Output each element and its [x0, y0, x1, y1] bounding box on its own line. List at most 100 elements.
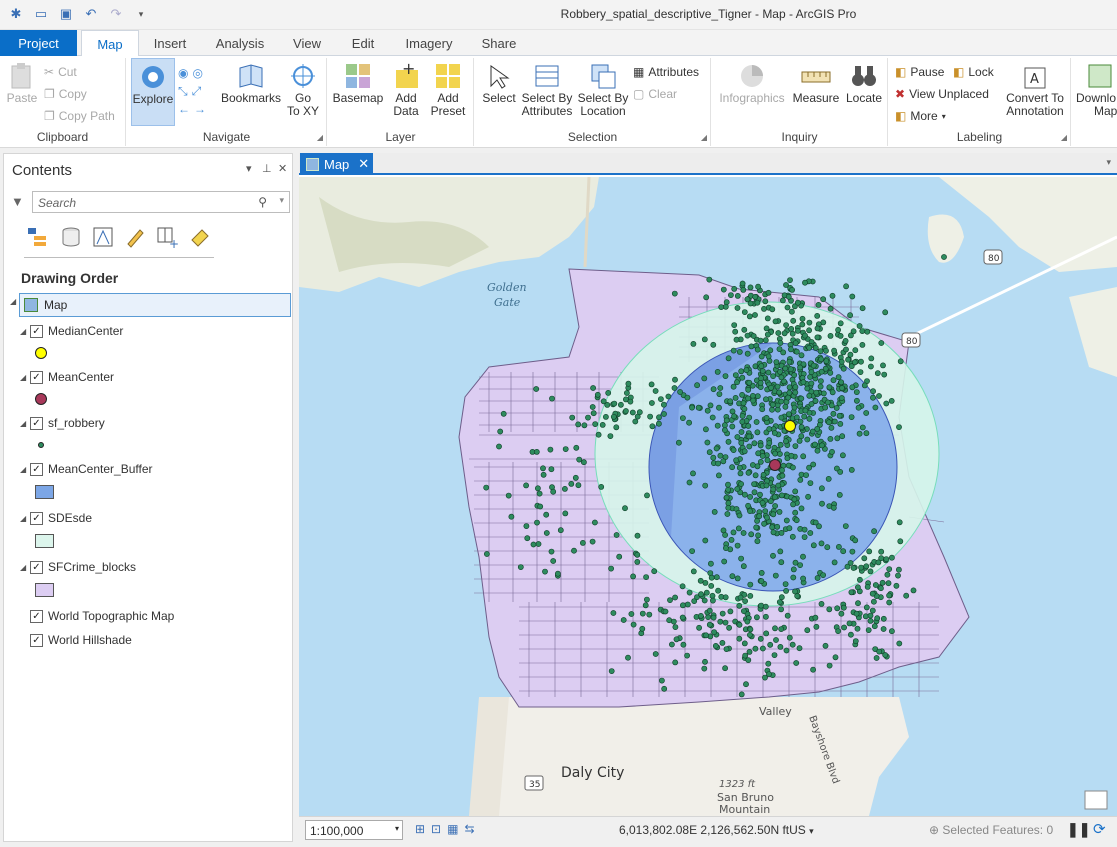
layer-item-sf-robbery[interactable]: ◢ ✓ sf_robbery [10, 416, 105, 430]
layer-item-sfcrime-blocks[interactable]: ◢ ✓ SFCrime_blocks [10, 560, 136, 574]
list-by-source-icon[interactable] [60, 226, 82, 248]
list-by-selection-icon[interactable] [92, 226, 114, 248]
collapse-triangle-icon[interactable]: ◢ [20, 514, 30, 523]
tab-insert[interactable]: Insert [143, 30, 197, 56]
dialog-launcher-icon[interactable]: ◢ [701, 133, 707, 142]
tab-map[interactable]: Map [81, 30, 139, 57]
map-node[interactable]: Map [19, 293, 291, 317]
list-by-labeling-icon[interactable] [188, 226, 210, 248]
map-overview-icon[interactable] [1084, 790, 1108, 810]
map-canvas[interactable]: Golden Gate Daly City Valley Bayshore Bl… [299, 177, 1117, 816]
robbery-point [793, 348, 800, 355]
dialog-launcher-icon[interactable]: ◢ [1061, 133, 1067, 142]
select-button[interactable]: Select [479, 62, 519, 105]
basemap-button[interactable]: Basemap [332, 62, 384, 105]
list-by-snapping-icon[interactable]: + [156, 226, 178, 248]
pane-menu-icon[interactable]: ▾ [246, 162, 252, 175]
select-by-location-button[interactable]: Select By Location [575, 62, 631, 118]
map-view[interactable]: Golden Gate Daly City Valley Bayshore Bl… [299, 177, 1117, 816]
tab-analysis[interactable]: Analysis [205, 30, 275, 56]
layer-item-mediancenter[interactable]: ◢ ✓ MedianCenter [10, 324, 123, 338]
copy-button[interactable]: ❐ Copy [44, 87, 87, 101]
tab-imagery[interactable]: Imagery [395, 30, 463, 56]
pause-button[interactable]: ◧ Pause [895, 65, 944, 79]
tab-project[interactable]: Project [0, 30, 77, 56]
cut-button[interactable]: ✂ Cut [44, 65, 77, 79]
blue-polygon-symbol [35, 485, 54, 499]
robbery-point [697, 612, 704, 619]
add-data-button[interactable]: + Add Data [386, 62, 426, 118]
layer-item-sdesde[interactable]: ◢ ✓ SDEsde [10, 511, 92, 525]
visibility-checkbox[interactable]: ✓ [30, 511, 43, 525]
visibility-checkbox[interactable]: ✓ [30, 462, 43, 476]
visibility-checkbox[interactable]: ✓ [30, 609, 43, 623]
chevron-down-icon[interactable]: ▾ [279, 195, 284, 206]
layer-item-world-hillshade[interactable]: ✓ World Hillshade [10, 633, 132, 647]
tab-share[interactable]: Share [471, 30, 527, 56]
robbery-point [851, 359, 858, 366]
layer-item-meancenter[interactable]: ◢ ✓ MeanCenter [10, 370, 114, 384]
visibility-checkbox[interactable]: ✓ [30, 416, 43, 430]
robbery-point [817, 383, 824, 390]
visibility-checkbox[interactable]: ✓ [30, 370, 43, 384]
collapse-triangle-icon[interactable]: ◢ [20, 327, 30, 336]
layer-item-world-topographic-map[interactable]: ✓ World Topographic Map [10, 609, 174, 623]
collapse-triangle-icon[interactable]: ◢ [20, 465, 30, 474]
annotation-icon: A [1024, 67, 1046, 89]
robbery-point [757, 379, 764, 386]
pin-icon[interactable]: ⊥ [262, 162, 272, 175]
download-map-button[interactable]: Downlo Map [1076, 62, 1117, 118]
list-by-drawing-order-icon[interactable] [26, 226, 48, 248]
close-icon[interactable]: ✕ [358, 156, 369, 172]
robbery-point [725, 504, 732, 511]
tab-view[interactable]: View [283, 30, 331, 56]
filter-icon[interactable]: ▼ [11, 194, 24, 209]
infographics-button[interactable]: Infographics [716, 62, 788, 105]
visibility-checkbox[interactable]: ✓ [30, 633, 43, 647]
search-input[interactable]: Search ⚲ ▾ [32, 191, 290, 213]
collapse-triangle-icon[interactable]: ◢ [20, 373, 30, 382]
add-preset-button[interactable]: Add Preset [426, 62, 470, 118]
dialog-launcher-icon[interactable]: ◢ [317, 133, 323, 142]
explore-button[interactable]: Explore [131, 58, 175, 126]
lock-button[interactable]: ◧ Lock [953, 65, 994, 79]
view-unplaced-button[interactable]: ✖ View Unplaced [895, 87, 989, 101]
measure-button[interactable]: Measure [790, 62, 842, 105]
map-view-tab[interactable]: Map ✕ [300, 153, 373, 175]
list-by-editing-icon[interactable] [124, 226, 146, 248]
robbery-point [608, 668, 615, 674]
attributes-button[interactable]: ▦ Attributes [633, 65, 699, 79]
bookmarks-button[interactable]: Bookmarks [221, 62, 281, 105]
mean-center-point[interactable] [769, 459, 781, 471]
go-to-xy-button[interactable]: Go To XY [283, 62, 323, 118]
more-button[interactable]: ◧ More ▾ [895, 109, 946, 123]
robbery-point [884, 571, 891, 578]
visibility-checkbox[interactable]: ✓ [30, 324, 43, 338]
pause-drawing-icon[interactable]: ❚❚ [1067, 821, 1090, 838]
convert-to-annotation-button[interactable]: A Convert To Annotation [1001, 62, 1069, 118]
median-center-point[interactable] [784, 420, 796, 432]
selected-features[interactable]: ⊕ Selected Features: 0 [929, 823, 1053, 837]
copy-icon: ❐ [44, 87, 55, 101]
robbery-point [852, 537, 859, 544]
visibility-checkbox[interactable]: ✓ [30, 560, 43, 574]
paste-button[interactable]: Paste [4, 62, 40, 105]
locate-button[interactable]: Locate [842, 62, 886, 105]
tab-edit[interactable]: Edit [339, 30, 387, 56]
chevron-down-icon[interactable]: ▾ [1106, 157, 1111, 168]
collapse-triangle-icon[interactable]: ◢ [20, 563, 30, 572]
close-icon[interactable]: ✕ [278, 162, 287, 175]
map-status-tools-icon[interactable]: ⊞⊡▦⇆ [415, 822, 481, 836]
robbery-point [643, 596, 650, 603]
copy-path-button[interactable]: ❐ Copy Path [44, 109, 115, 123]
search-icon[interactable]: ⚲ [258, 195, 267, 209]
clear-button[interactable]: ▢ Clear [633, 87, 677, 101]
scale-selector[interactable]: 1:100,000 ▾ [305, 820, 403, 840]
select-by-attributes-button[interactable]: Select By Attributes [519, 62, 575, 118]
refresh-icon[interactable]: ⟳ [1093, 820, 1106, 838]
robbery-point [716, 391, 723, 397]
coordinate-readout[interactable]: 6,013,802.08E 2,126,562.50N ftUS ▾ [619, 823, 814, 837]
collapse-triangle-icon[interactable]: ◢ [20, 419, 30, 428]
navigate-tools-icon[interactable]: ◉◎ ⤡⤢ ←→ [178, 64, 218, 118]
layer-item-meancenter-buffer[interactable]: ◢ ✓ MeanCenter_Buffer [10, 462, 153, 476]
